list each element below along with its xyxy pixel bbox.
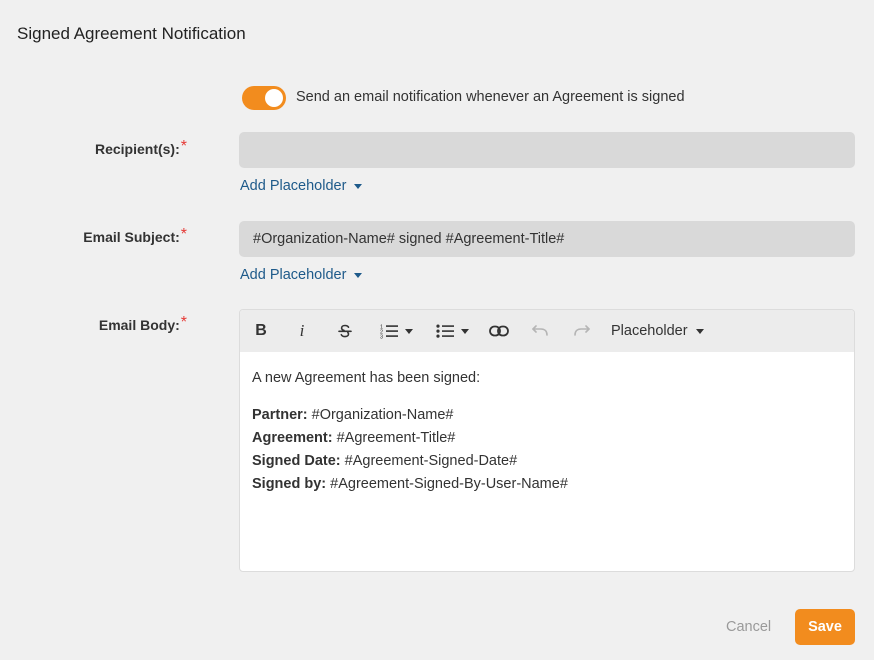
placeholder-menu-label: Placeholder (611, 323, 688, 339)
toggle-label: Send an email notification whenever an A… (296, 89, 685, 105)
svg-text:3: 3 (380, 335, 383, 340)
line-key: Agreement: (252, 430, 333, 446)
undo-button[interactable] (530, 320, 550, 342)
link-icon (489, 325, 509, 337)
line-key: Signed by: (252, 476, 327, 492)
caret-down-icon (354, 272, 363, 278)
line-value: #Agreement-Signed-Date# (344, 453, 518, 469)
bullet-list-icon (435, 324, 454, 338)
required-asterisk: * (180, 314, 187, 331)
line-value: #Agreement-Title# (336, 430, 456, 446)
email-subject-input[interactable]: #Organization-Name# signed #Agreement-Ti… (239, 221, 855, 257)
subject-label: Email Subject:* (0, 226, 187, 247)
subject-label-text: Email Subject: (83, 229, 180, 245)
line-key: Signed Date: (252, 453, 341, 469)
required-asterisk: * (180, 138, 187, 155)
subject-add-placeholder-dropdown[interactable]: Add Placeholder (240, 267, 363, 283)
ordered-list-dropdown[interactable]: 1 2 3 (376, 320, 416, 342)
required-asterisk: * (180, 226, 187, 243)
add-placeholder-label: Add Placeholder (240, 267, 347, 283)
bullet-list-dropdown[interactable] (432, 320, 472, 342)
redo-icon (574, 325, 590, 336)
body-line-signed-by: Signed by: #Agreement-Signed-By-User-Nam… (252, 473, 842, 496)
body-label: Email Body:* (0, 314, 187, 335)
caret-down-icon (404, 328, 413, 334)
undo-icon (532, 325, 548, 336)
cancel-button[interactable]: Cancel (726, 619, 771, 635)
link-button[interactable] (488, 320, 510, 342)
editor-toolbar: B i 1 2 3 Placeholder (240, 310, 854, 352)
email-notification-toggle[interactable] (242, 86, 286, 110)
redo-button[interactable] (572, 320, 592, 342)
line-key: Partner: (252, 407, 308, 423)
caret-down-icon (695, 328, 704, 334)
email-body-editor[interactable]: B i 1 2 3 Placeholder A new Agreement ha… (239, 309, 855, 572)
placeholder-menu-dropdown[interactable]: Placeholder (611, 320, 704, 342)
line-value: #Agreement-Signed-By-User-Name# (330, 476, 568, 492)
body-line-partner: Partner: #Organization-Name# (252, 404, 842, 427)
strikethrough-icon (338, 324, 352, 338)
body-intro: A new Agreement has been signed: (252, 370, 481, 386)
add-placeholder-label: Add Placeholder (240, 178, 347, 194)
body-line-signed-date: Signed Date: #Agreement-Signed-Date# (252, 450, 842, 473)
toggle-knob (265, 89, 283, 107)
line-value: #Organization-Name# (311, 407, 454, 423)
body-line-agreement: Agreement: #Agreement-Title# (252, 427, 842, 450)
caret-down-icon (460, 328, 469, 334)
recipients-input[interactable] (239, 132, 855, 168)
ordered-list-icon: 1 2 3 (380, 325, 398, 340)
body-label-text: Email Body: (98, 317, 180, 333)
recipients-label: Recipient(s):* (0, 138, 187, 159)
recipients-label-text: Recipient(s): (94, 141, 180, 157)
caret-down-icon (354, 183, 363, 189)
recipients-add-placeholder-dropdown[interactable]: Add Placeholder (240, 178, 363, 194)
italic-button[interactable]: i (295, 320, 309, 342)
save-button[interactable]: Save (795, 609, 855, 645)
editor-content[interactable]: A new Agreement has been signed: Partner… (252, 367, 842, 496)
bold-button[interactable]: B (252, 320, 270, 342)
page-title: Signed Agreement Notification (17, 24, 246, 43)
strikethrough-button[interactable] (335, 320, 355, 342)
